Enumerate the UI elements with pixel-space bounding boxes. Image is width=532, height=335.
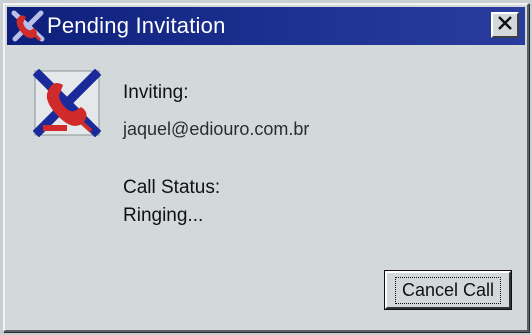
dialog-body: Inviting: jaquel@ediouro.com.br Call Sta… <box>5 45 527 330</box>
close-button[interactable] <box>491 12 519 38</box>
invitee-address: jaquel@ediouro.com.br <box>123 119 310 139</box>
title-bar[interactable]: Pending Invitation <box>7 7 525 45</box>
call-status-label: Call Status: <box>123 177 221 198</box>
cancel-call-button[interactable]: Cancel Call <box>384 270 512 310</box>
call-status-value: Ringing... <box>123 205 204 226</box>
cancel-call-label: Cancel Call <box>394 276 502 304</box>
pending-invitation-dialog: Pending Invitation Inviting: jaquel@edio… <box>3 3 529 332</box>
window-title: Pending Invitation <box>47 13 226 38</box>
close-icon <box>498 15 512 35</box>
crossed-phone-icon <box>11 9 45 43</box>
phone-handset-icon <box>32 68 102 138</box>
inviting-label: Inviting: <box>123 82 189 103</box>
